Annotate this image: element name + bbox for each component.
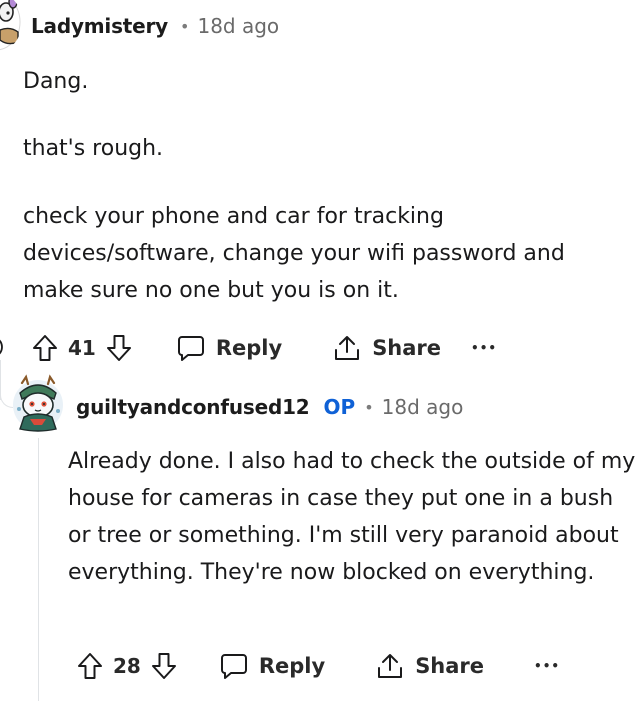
upvote-button[interactable]: [32, 333, 58, 363]
meta-separator: •: [364, 397, 374, 417]
op-badge: OP: [323, 395, 356, 419]
upvote-button[interactable]: [77, 651, 103, 681]
reply-label: Reply: [258, 654, 326, 678]
more-options-button[interactable]: •••: [534, 659, 560, 673]
reply-body: Already done. I also had to check the ou…: [68, 449, 636, 585]
reply-time[interactable]: 18d ago: [382, 395, 464, 419]
share-upload-icon: [335, 336, 360, 360]
reply-meta: guiltyandconfused12 OP • 18d ago: [76, 395, 463, 419]
avatar-ladymistery[interactable]: [0, 0, 22, 52]
comment-action-bar: 41 Reply Share •••: [32, 331, 497, 365]
reply-label: Reply: [215, 336, 283, 360]
comment-meta: Ladymistery • 18d ago: [31, 14, 279, 38]
meta-separator: •: [180, 16, 190, 36]
comment-author[interactable]: Ladymistery: [31, 14, 168, 38]
downvote-button[interactable]: [151, 651, 177, 681]
reply-thread-line: [38, 438, 39, 701]
reply-action-bar: 28 Reply Share •••: [77, 649, 560, 683]
arrow-down-icon: [106, 335, 131, 361]
share-button[interactable]: Share: [332, 333, 441, 363]
thread-line-top: [0, 360, 1, 400]
arrow-down-icon: [151, 653, 176, 679]
comment-paragraph-1: Dang.: [23, 69, 89, 94]
share-upload-icon: [378, 654, 403, 678]
comment-time[interactable]: 18d ago: [197, 14, 279, 38]
vote-count: 28: [113, 654, 141, 678]
reply-button[interactable]: Reply: [219, 651, 325, 681]
reply-button[interactable]: Reply: [176, 333, 282, 363]
comment-paragraph-3: check your phone and car for tracking de…: [23, 204, 565, 303]
vote-count: 41: [68, 336, 96, 360]
downvote-button[interactable]: [106, 333, 132, 363]
speech-bubble-icon: [177, 336, 204, 361]
reply-author[interactable]: guiltyandconfused12: [76, 395, 310, 419]
share-label: Share: [415, 654, 485, 678]
more-options-button[interactable]: •••: [471, 341, 497, 355]
speech-bubble-icon: [220, 654, 247, 679]
share-label: Share: [372, 336, 442, 360]
arrow-up-icon: [33, 335, 57, 361]
avatar-guiltyandconfused12[interactable]: [10, 373, 66, 435]
comment-paragraph-2: that's rough.: [23, 136, 164, 161]
collapse-thread-button[interactable]: [0, 335, 8, 359]
arrow-up-icon: [78, 653, 102, 679]
share-button[interactable]: Share: [375, 651, 484, 681]
